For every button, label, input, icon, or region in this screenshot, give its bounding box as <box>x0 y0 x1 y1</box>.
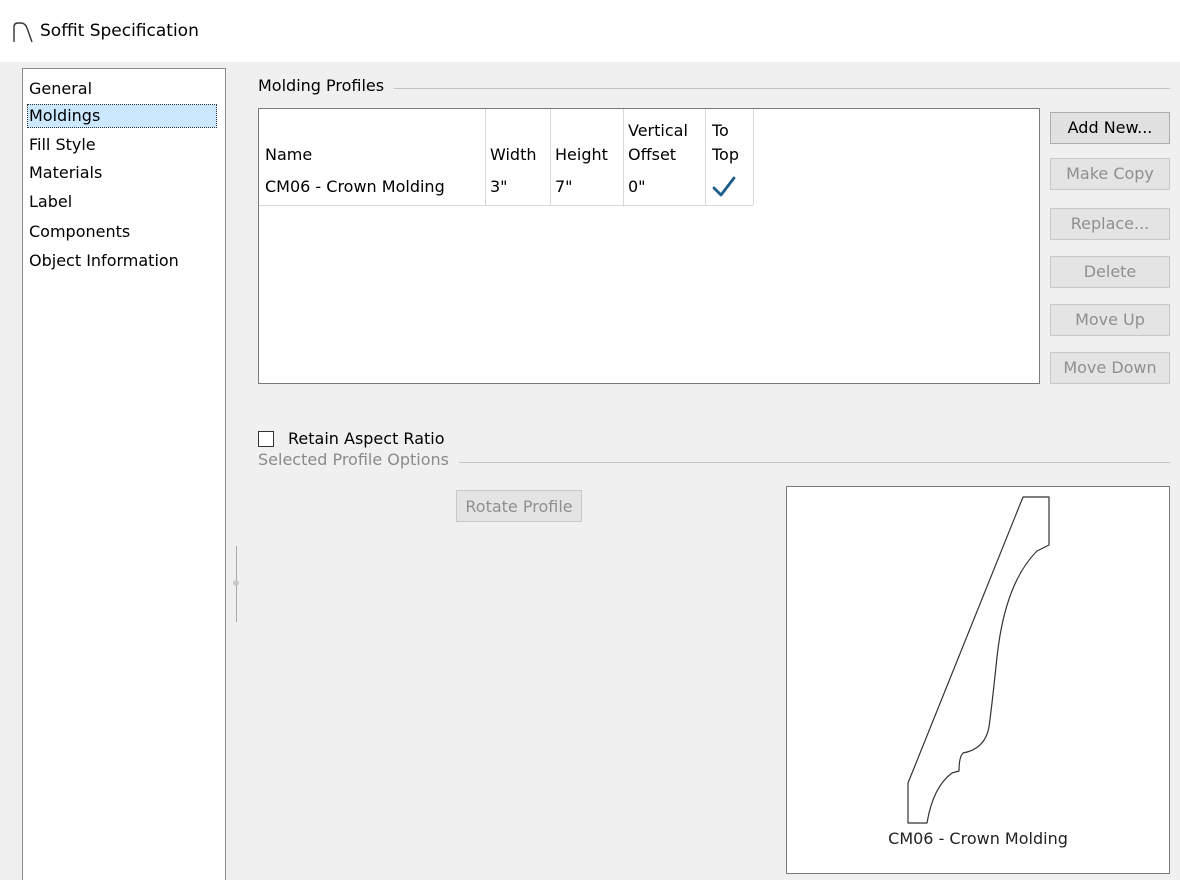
column-header-vertical-offset-line2[interactable]: Offset <box>628 145 676 165</box>
checkmark-icon[interactable] <box>711 175 737 199</box>
window-title: Soffit Specification <box>40 21 199 41</box>
column-separator <box>753 109 754 205</box>
splitter-handle[interactable] <box>233 580 239 586</box>
rotate-profile-button[interactable]: Rotate Profile <box>456 490 582 522</box>
nav-item-moldings[interactable]: Moldings <box>27 104 217 128</box>
move-down-button[interactable]: Move Down <box>1050 352 1170 384</box>
row-width-cell[interactable]: 3" <box>490 177 508 197</box>
replace-button[interactable]: Replace... <box>1050 208 1170 240</box>
column-header-height[interactable]: Height <box>555 145 608 165</box>
nav-item-materials[interactable]: Materials <box>27 161 217 185</box>
molding-profiles-table[interactable]: Name Width Height Vertical Offset To Top… <box>258 108 1040 384</box>
column-separator <box>550 109 551 205</box>
row-height-cell[interactable]: 7" <box>555 177 573 197</box>
column-separator <box>485 109 486 205</box>
column-header-to-top-line1[interactable]: To <box>712 121 729 141</box>
molding-profiles-group-line <box>258 88 1170 89</box>
checkbox-box[interactable] <box>258 431 274 447</box>
nav-item-label[interactable]: Label <box>27 190 217 214</box>
nav-item-fill-style[interactable]: Fill Style <box>27 133 217 157</box>
add-new-button[interactable]: Add New... <box>1050 112 1170 144</box>
crown-molding-profile-drawing <box>907 496 1050 824</box>
molding-profiles-group-label: Molding Profiles <box>258 76 395 95</box>
column-separator <box>623 109 624 205</box>
column-header-vertical-offset-line1[interactable]: Vertical <box>628 121 688 141</box>
retain-aspect-ratio-label[interactable]: Retain Aspect Ratio <box>288 428 445 450</box>
delete-button[interactable]: Delete <box>1050 256 1170 288</box>
column-separator <box>705 109 706 205</box>
column-header-name[interactable]: Name <box>265 145 312 165</box>
column-header-to-top-line2[interactable]: Top <box>712 145 739 165</box>
make-copy-button[interactable]: Make Copy <box>1050 158 1170 190</box>
title-bar: Soffit Specification <box>0 0 1180 62</box>
preview-label: CM06 - Crown Molding <box>888 829 1068 848</box>
nav-item-components[interactable]: Components <box>27 220 217 244</box>
nav-item-general[interactable]: General <box>27 77 217 101</box>
row-name-cell[interactable]: CM06 - Crown Molding <box>265 177 445 197</box>
nav-item-object-information[interactable]: Object Information <box>27 249 217 273</box>
column-header-width[interactable]: Width <box>490 145 536 165</box>
move-up-button[interactable]: Move Up <box>1050 304 1170 336</box>
row-separator <box>259 205 753 206</box>
soffit-arc-icon <box>13 22 33 43</box>
selected-profile-options-group-label: Selected Profile Options <box>258 450 460 469</box>
profile-preview: CM06 - Crown Molding <box>786 486 1170 874</box>
category-list[interactable]: General Moldings Fill Style Materials La… <box>22 68 226 880</box>
row-offset-cell[interactable]: 0" <box>628 177 646 197</box>
